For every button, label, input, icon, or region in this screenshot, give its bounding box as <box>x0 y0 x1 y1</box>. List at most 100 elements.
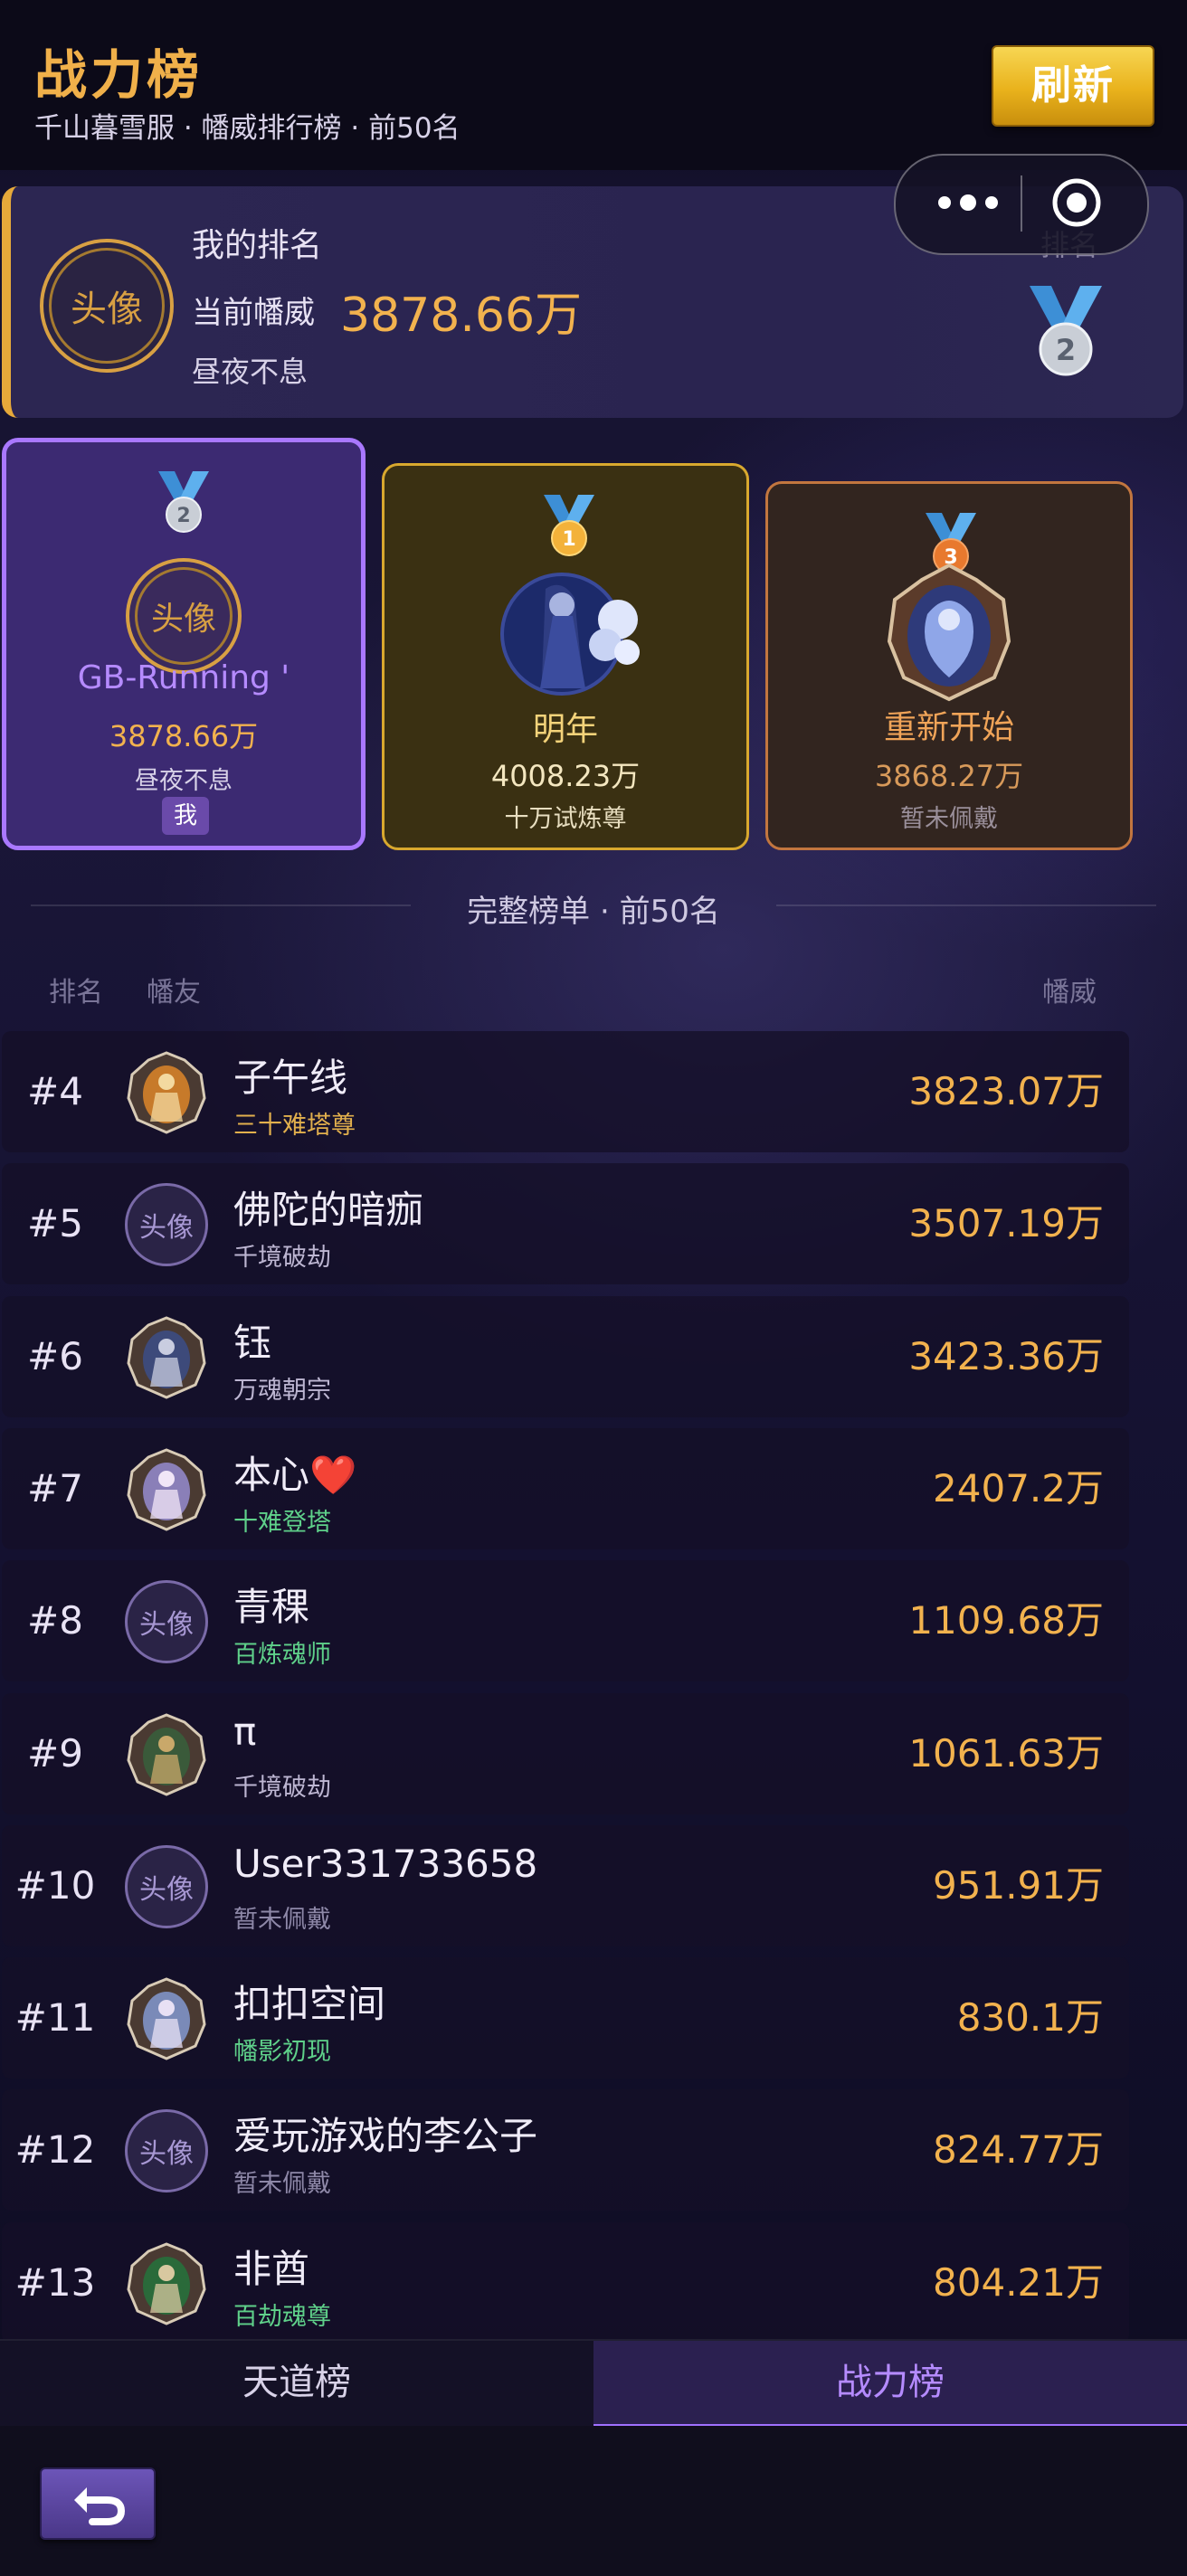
gold-medal-icon: 1 <box>544 495 594 556</box>
row-name: 钰 <box>233 1321 272 1365</box>
row-name: 青稞 <box>233 1585 310 1629</box>
table-row[interactable]: #8 头像 青稞百炼魂师 1109.68万 <box>2 1560 1129 1681</box>
podium-name: 重新开始 <box>883 709 1014 746</box>
avatar: 头像 <box>125 1183 208 1266</box>
tab-power-ranking[interactable]: 战力榜 <box>594 2341 1187 2429</box>
avatar-image <box>500 573 640 696</box>
avatar-image <box>127 1977 206 2060</box>
podium-title: 暂未佩戴 <box>900 805 998 833</box>
row-rank: #4 <box>27 1069 83 1113</box>
podium-power: 4008.23万 <box>490 759 641 793</box>
row-name: User331733658 <box>233 1842 538 1886</box>
avatar-image <box>127 1713 206 1796</box>
silver-medal-icon: 2 <box>158 471 209 533</box>
row-power: 951.91万 <box>933 1863 1104 1908</box>
column-header-friend: 幡友 <box>147 977 201 1009</box>
podium-second[interactable]: 2 头像 GB-Running ' 3878.66万 昼夜不息 我 <box>2 438 366 850</box>
avatar: 头像 <box>40 239 174 373</box>
avatar-placeholder-text: 头像 <box>49 248 165 364</box>
row-title: 幡影初现 <box>233 2038 331 2066</box>
row-title: 百劫魂尊 <box>233 2303 331 2331</box>
table-row[interactable]: #9 π 千境破劫 1061.63万 <box>2 1693 1129 1814</box>
table-row[interactable]: #12 头像 爱玩游戏的李公子 暂未佩戴 824.77万 <box>2 2089 1129 2211</box>
row-name: 本心❤️ <box>233 1453 357 1497</box>
row-title: 暂未佩戴 <box>233 2170 331 2198</box>
row-rank: #13 <box>14 2260 96 2305</box>
row-title: 千境破劫 <box>233 1774 331 1802</box>
row-power: 3823.07万 <box>908 1069 1104 1113</box>
row-name: 子午线 <box>233 1056 348 1100</box>
table-row[interactable]: #4 子午线三十难塔尊 3823.07万 <box>2 1031 1129 1152</box>
table-row[interactable]: #11 扣扣空间幡影初现 830.1万 <box>2 1957 1129 2079</box>
avatar: 头像 <box>125 2109 208 2192</box>
me-badge: 我 <box>162 797 209 835</box>
silver-medal-icon: 2 <box>1030 286 1102 376</box>
tab-heaven-ranking[interactable]: 天道榜 <box>0 2341 594 2424</box>
table-row[interactable]: #6 钰万魂朝宗 3423.36万 <box>2 1296 1129 1417</box>
close-miniprogram-icon[interactable] <box>1051 177 1102 228</box>
svg-text:1: 1 <box>562 528 575 551</box>
back-arrow-icon <box>74 2487 126 2525</box>
my-power-label: 当前幡威 <box>192 295 315 331</box>
table-row[interactable]: #13 非酋百劫魂尊 804.21万 <box>2 2222 1129 2344</box>
row-rank: #5 <box>27 1201 83 1245</box>
row-name: 扣扣空间 <box>233 1982 386 2026</box>
row-name: π <box>233 1709 257 1754</box>
avatar-placeholder-text: 头像 <box>135 567 233 665</box>
list-heading: 完整榜单 · 前50名 <box>467 894 720 930</box>
page-title: 战力榜 <box>34 44 204 106</box>
row-power: 1109.68万 <box>908 1598 1104 1643</box>
podium-third[interactable]: 3 重新开始 3868.27万 暂未佩戴 <box>765 481 1133 850</box>
table-row[interactable]: #5 头像 佛陀的暗痂 千境破劫 3507.19万 <box>2 1163 1129 1284</box>
more-menu-icon[interactable] <box>923 156 1013 250</box>
row-name: 非酋 <box>233 2247 310 2291</box>
row-power: 3507.19万 <box>908 1201 1104 1245</box>
avatar-image <box>127 1448 206 1531</box>
avatar-image <box>887 563 1011 702</box>
row-power: 1061.63万 <box>908 1731 1104 1776</box>
row-title: 三十难塔尊 <box>233 1112 356 1140</box>
miniprogram-capsule <box>894 154 1149 255</box>
column-header-rank: 排名 <box>49 977 103 1009</box>
podium-title: 十万试炼尊 <box>504 805 627 833</box>
row-power: 804.21万 <box>933 2260 1104 2305</box>
row-name: 佛陀的暗痂 <box>233 1188 424 1232</box>
bottom-bar <box>0 2426 1187 2576</box>
row-rank: #8 <box>27 1598 83 1643</box>
row-title: 百炼魂师 <box>233 1641 331 1669</box>
podium-title: 昼夜不息 <box>135 767 233 795</box>
svg-text:2: 2 <box>176 505 190 527</box>
podium-name: GB-Running ' <box>77 659 290 696</box>
table-row[interactable]: #7 本心❤️ 十难登塔 2407.2万 <box>2 1428 1129 1549</box>
column-header-power: 幡威 <box>1042 977 1097 1009</box>
row-title: 十难登塔 <box>233 1509 331 1537</box>
back-button[interactable] <box>40 2467 156 2540</box>
row-power: 2407.2万 <box>933 1466 1104 1511</box>
my-power-value: 3878.66万 <box>340 289 583 343</box>
avatar: 头像 <box>126 558 242 674</box>
row-title: 万魂朝宗 <box>233 1377 331 1405</box>
row-rank: #6 <box>27 1334 83 1378</box>
avatar-image <box>127 1051 206 1134</box>
row-power: 3423.36万 <box>908 1334 1104 1378</box>
row-rank: #9 <box>27 1731 83 1776</box>
podium-power: 3878.66万 <box>109 719 259 753</box>
page-subtitle: 千山暮雪服 · 幡威排行榜 · 前50名 <box>34 112 461 145</box>
header: 战力榜 千山暮雪服 · 幡威排行榜 · 前50名 刷新 <box>0 0 1187 170</box>
row-rank: #7 <box>27 1466 83 1511</box>
avatar-image <box>127 1316 206 1399</box>
podium-first[interactable]: 1 明年 4008.23万 十万试炼尊 <box>382 463 749 850</box>
my-title: 昼夜不息 <box>192 355 309 389</box>
my-rank-label: 我的排名 <box>192 227 323 264</box>
podium-name: 明年 <box>532 711 598 748</box>
row-power: 830.1万 <box>956 1995 1104 2040</box>
row-power: 824.77万 <box>933 2127 1104 2172</box>
row-title: 暂未佩戴 <box>233 1906 331 1934</box>
podium-power: 3868.27万 <box>874 759 1024 793</box>
row-rank: #11 <box>14 1995 96 2040</box>
row-name: 爱玩游戏的李公子 <box>233 2114 538 2158</box>
refresh-button[interactable]: 刷新 <box>992 45 1154 127</box>
avatar: 头像 <box>125 1580 208 1663</box>
tab-bar: 天道榜 战力榜 <box>0 2339 1187 2429</box>
table-row[interactable]: #10 头像 User331733658 暂未佩戴 951.91万 <box>2 1825 1129 1946</box>
